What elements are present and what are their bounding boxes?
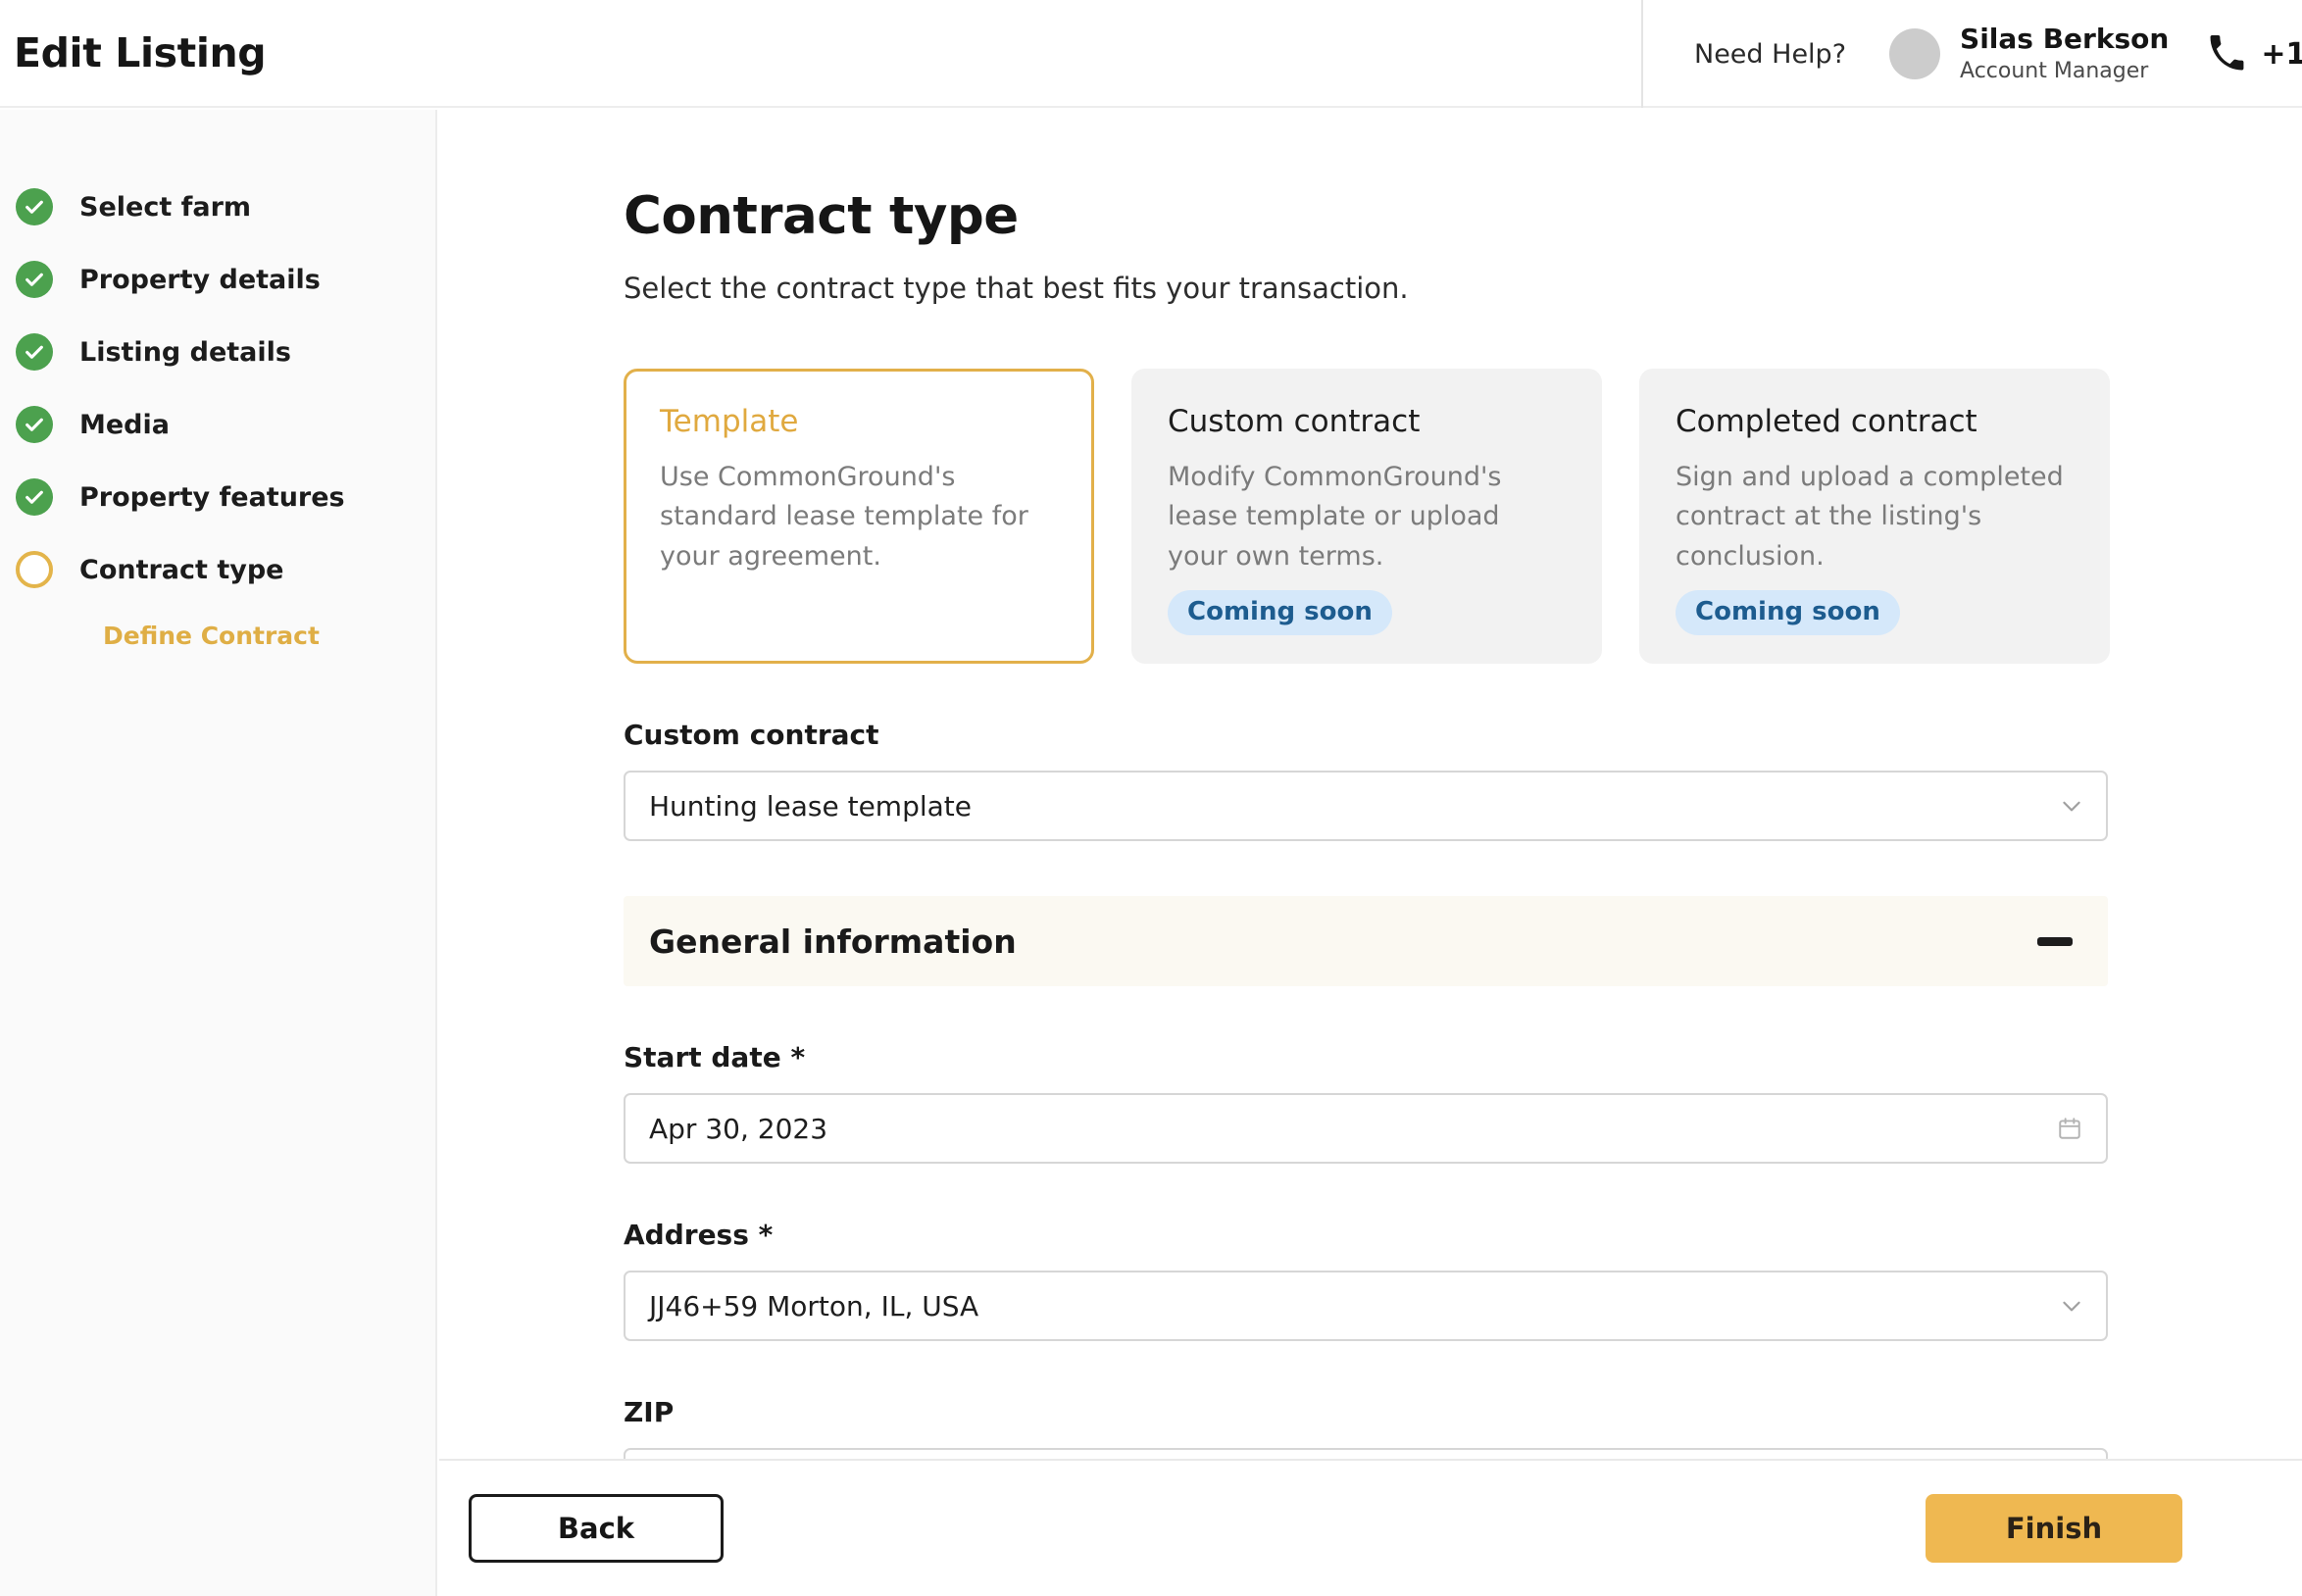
sidebar-stepper: Select farm Property details Listing det… bbox=[0, 110, 437, 1596]
sidebar-item-label: Media bbox=[79, 409, 170, 440]
sidebar-item-label: Select farm bbox=[79, 191, 252, 223]
top-bar: Edit Listing Need Help? Silas Berkson Ac… bbox=[0, 0, 2302, 108]
section-title: General information bbox=[649, 922, 1017, 961]
address-select[interactable]: JJ46+59 Morton, IL, USA bbox=[624, 1271, 2108, 1342]
minus-icon[interactable] bbox=[2037, 936, 2073, 946]
contract-type-cards: Template Use CommonGround's standard lea… bbox=[624, 369, 2302, 665]
general-information-section-header[interactable]: General information bbox=[624, 896, 2108, 987]
custom-contract-label: Custom contract bbox=[624, 719, 879, 752]
check-circle-icon bbox=[16, 261, 53, 298]
status-badge: Coming soon bbox=[1168, 590, 1392, 636]
card-description: Sign and upload a completed contract at … bbox=[1676, 461, 2064, 572]
phone-block[interactable]: +1 (3 bbox=[2208, 35, 2302, 73]
content-title: Contract type bbox=[624, 186, 1019, 246]
card-title: Completed contract bbox=[1676, 404, 1977, 439]
start-date-value: Apr 30, 2023 bbox=[649, 1112, 828, 1145]
sidebar-item-property-details[interactable]: Property details bbox=[0, 243, 435, 316]
edit-listing-page: Edit Listing Need Help? Silas Berkson Ac… bbox=[0, 0, 2302, 1596]
check-circle-icon bbox=[16, 478, 53, 516]
sidebar-item-label: Property details bbox=[79, 264, 321, 295]
start-date-input[interactable]: Apr 30, 2023 bbox=[624, 1093, 2108, 1165]
back-button[interactable]: Back bbox=[469, 1494, 724, 1563]
contract-card-completed: Completed contract Sign and upload a com… bbox=[1639, 369, 2110, 665]
start-date-label: Start date * bbox=[624, 1041, 806, 1074]
custom-contract-field: Custom contract Hunting lease template bbox=[624, 719, 2108, 842]
address-label: Address * bbox=[624, 1219, 774, 1252]
status-badge: Coming soon bbox=[1676, 590, 1900, 636]
avatar bbox=[1889, 28, 1941, 79]
wizard-footer: Back Finish bbox=[439, 1459, 2302, 1596]
account-name: Silas Berkson bbox=[1960, 23, 2170, 56]
card-title: Template bbox=[660, 404, 799, 439]
check-circle-icon bbox=[16, 406, 53, 443]
chevron-down-icon bbox=[2063, 1301, 2080, 1312]
calendar-icon[interactable] bbox=[2057, 1116, 2082, 1141]
zip-label: ZIP bbox=[624, 1396, 675, 1429]
check-circle-icon bbox=[16, 333, 53, 371]
sidebar-item-label: Listing details bbox=[79, 336, 291, 368]
need-help-link[interactable]: Need Help? bbox=[1694, 39, 1846, 70]
card-description: Use CommonGround's standard lease templa… bbox=[660, 461, 1028, 572]
main-content: Contract type Select the contract type t… bbox=[439, 110, 2302, 1596]
card-title: Custom contract bbox=[1168, 404, 1421, 439]
sidebar-item-select-farm[interactable]: Select farm bbox=[0, 171, 435, 243]
sidebar-item-media[interactable]: Media bbox=[0, 388, 435, 461]
sidebar-item-contract-type[interactable]: Contract type bbox=[0, 533, 435, 606]
address-field: Address * JJ46+59 Morton, IL, USA bbox=[624, 1219, 2108, 1342]
sidebar-item-property-features[interactable]: Property features bbox=[0, 461, 435, 533]
sidebar-subitem-define-contract[interactable]: Define Contract bbox=[0, 622, 435, 650]
sidebar-item-listing-details[interactable]: Listing details bbox=[0, 316, 435, 388]
custom-contract-select[interactable]: Hunting lease template bbox=[624, 771, 2108, 842]
contract-card-template[interactable]: Template Use CommonGround's standard lea… bbox=[624, 369, 1094, 665]
start-date-field: Start date * Apr 30, 2023 bbox=[624, 1041, 2108, 1165]
contract-card-custom: Custom contract Modify CommonGround's le… bbox=[1131, 369, 1602, 665]
sidebar-item-label: Contract type bbox=[79, 554, 284, 585]
finish-button[interactable]: Finish bbox=[1926, 1494, 2182, 1563]
address-value: JJ46+59 Morton, IL, USA bbox=[649, 1289, 979, 1322]
page-title: Edit Listing bbox=[14, 29, 267, 76]
card-description: Modify CommonGround's lease template or … bbox=[1168, 461, 1502, 572]
content-subtitle: Select the contract type that best fits … bbox=[624, 272, 1409, 305]
chevron-down-icon bbox=[2063, 801, 2080, 812]
account-role: Account Manager bbox=[1960, 59, 2149, 84]
check-circle-icon bbox=[16, 188, 53, 225]
phone-number: +1 (3 bbox=[2261, 36, 2302, 72]
empty-circle-icon bbox=[16, 551, 53, 588]
sidebar-item-label: Property features bbox=[79, 481, 345, 513]
custom-contract-value: Hunting lease template bbox=[649, 789, 972, 823]
phone-icon bbox=[2210, 35, 2244, 71]
top-bar-right: Need Help? Silas Berkson Account Manager… bbox=[1641, 0, 2302, 108]
account-block: Silas Berkson Account Manager bbox=[1960, 23, 2170, 84]
